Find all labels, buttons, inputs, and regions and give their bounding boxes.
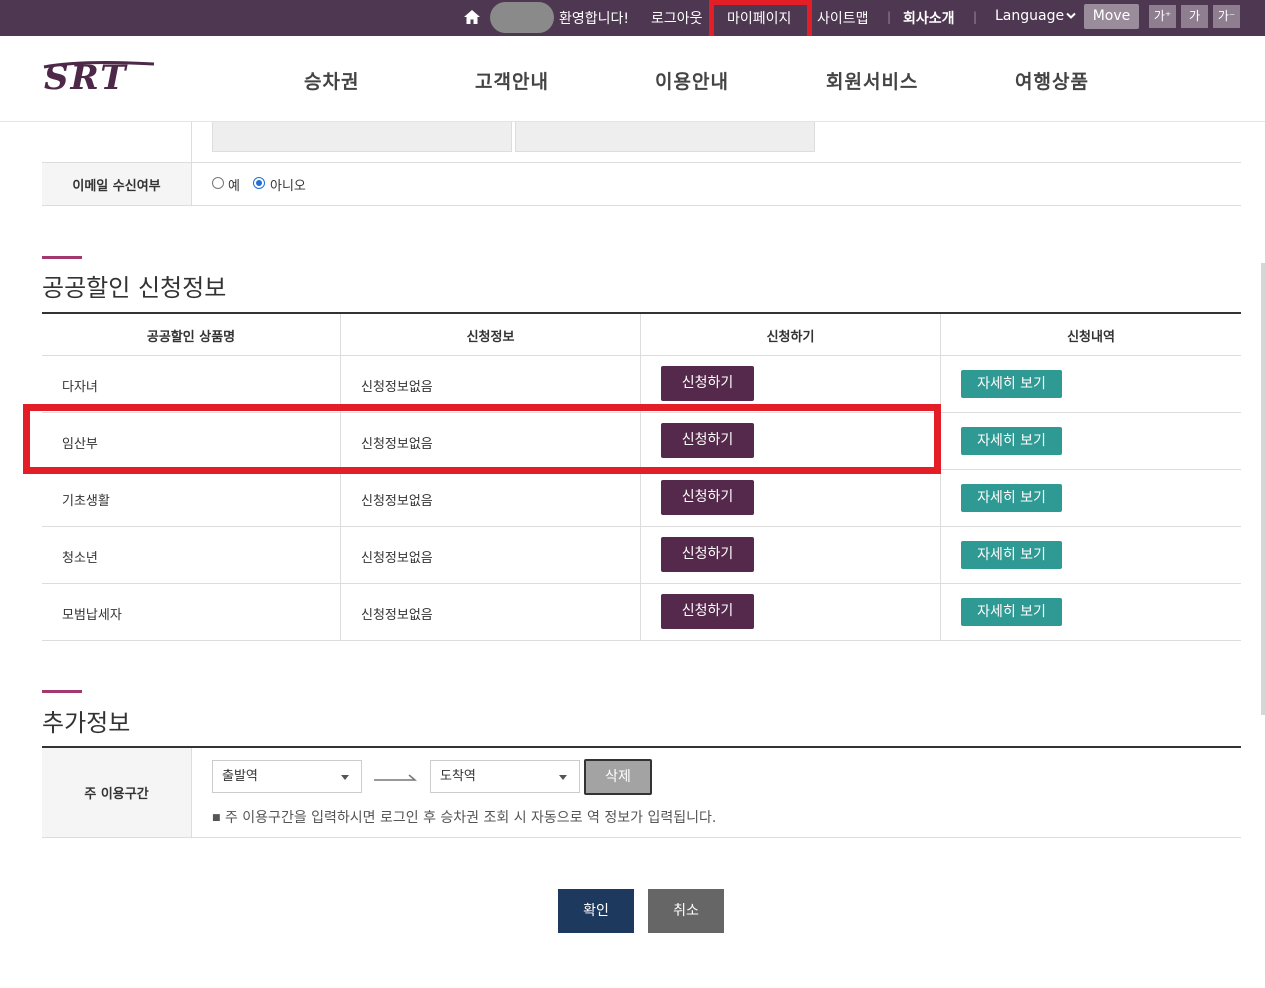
disabled-field <box>515 122 815 152</box>
nav-guide[interactable]: 이용안내 <box>655 67 729 94</box>
delete-button[interactable]: 삭제 <box>584 759 652 795</box>
table-row-info: 신청정보없음 <box>361 551 433 566</box>
font-size-large-button[interactable]: 가⁺ <box>1149 5 1176 28</box>
col-header-history: 신청내역 <box>1067 329 1115 345</box>
col-header-info: 신청정보 <box>466 329 515 345</box>
language-select[interactable]: Language <box>995 8 1064 24</box>
scrollbar[interactable] <box>1261 263 1265 715</box>
apply-button[interactable]: 신청하기 <box>661 594 754 629</box>
row-divider <box>42 526 1241 527</box>
logout-link[interactable]: 로그아웃 <box>651 8 703 28</box>
view-detail-button[interactable]: 자세히 보기 <box>961 484 1062 512</box>
nav-ticket[interactable]: 승차권 <box>304 67 359 94</box>
view-detail-button[interactable]: 자세히 보기 <box>961 427 1062 455</box>
row-divider <box>42 355 1241 356</box>
email-yes-label: 예 <box>228 179 240 194</box>
col-header-apply: 신청하기 <box>766 329 815 345</box>
column-divider <box>340 314 341 641</box>
divider <box>191 122 192 162</box>
company-link[interactable]: 회사소개 <box>903 8 955 28</box>
main-header: SRT 승차권 고객안내 이용안내 회원서비스 여행상품 <box>0 36 1265 122</box>
email-consent-label: 이메일 수신여부 <box>42 163 192 205</box>
row-divider <box>42 583 1241 584</box>
view-detail-button[interactable]: 자세히 보기 <box>961 370 1062 398</box>
move-button[interactable]: Move <box>1084 4 1139 29</box>
table-row-product: 기초생활 <box>62 494 110 509</box>
email-no-label: 아니오 <box>270 179 306 194</box>
route-label: 주 이용구간 <box>42 748 192 837</box>
view-detail-button[interactable]: 자세히 보기 <box>961 598 1062 626</box>
email-yes-radio[interactable] <box>212 177 224 189</box>
arrow-right-icon <box>374 774 417 781</box>
departure-select[interactable]: 출발역 <box>212 760 362 793</box>
email-no-radio[interactable] <box>253 177 265 189</box>
welcome-text: 환영합니다! <box>559 11 630 27</box>
table-row-info: 신청정보없음 <box>361 608 433 623</box>
row-divider <box>42 640 1241 641</box>
nav-travel[interactable]: 여행상품 <box>1015 67 1089 94</box>
table-row-product: 다자녀 <box>62 380 98 395</box>
section-accent-bar <box>42 256 82 259</box>
route-note-text: 주 이용구간을 입력하시면 로그인 후 승차권 조회 시 자동으로 역 정보가 … <box>224 810 717 826</box>
section-accent-bar <box>42 690 82 693</box>
arrival-select[interactable]: 도착역 <box>430 760 580 793</box>
col-header-product: 공공할인 상품명 <box>146 329 236 345</box>
divider: | <box>887 10 892 24</box>
caret-down-icon <box>341 775 349 780</box>
nav-customer[interactable]: 고객안내 <box>475 67 549 94</box>
disabled-field <box>212 122 512 152</box>
username-redacted <box>490 2 554 33</box>
departure-value: 출발역 <box>222 769 258 784</box>
column-divider <box>940 314 941 641</box>
font-size-normal-button[interactable]: 가 <box>1181 5 1208 28</box>
top-utility-bar: 환영합니다! 로그아웃 마이페이지 사이트맵 | 회사소개 | Language… <box>0 0 1265 36</box>
view-detail-button[interactable]: 자세히 보기 <box>961 541 1062 569</box>
table-row-product: 청소년 <box>62 551 98 566</box>
column-divider <box>640 314 641 641</box>
confirm-button[interactable]: 확인 <box>558 889 634 933</box>
apply-button[interactable]: 신청하기 <box>661 480 754 515</box>
apply-button[interactable]: 신청하기 <box>661 537 754 572</box>
table-row-info: 신청정보없음 <box>361 494 433 509</box>
table-row-info: 신청정보없음 <box>361 380 433 395</box>
chevron-down-icon <box>1066 12 1076 19</box>
section-title-additional: 추가정보 <box>42 709 131 737</box>
srt-logo[interactable]: SRT <box>42 59 157 95</box>
bullet-icon: ■ <box>212 813 221 823</box>
caret-down-icon <box>559 775 567 780</box>
font-size-small-button[interactable]: 가⁻ <box>1213 5 1240 28</box>
cancel-button[interactable]: 취소 <box>648 889 724 933</box>
home-icon[interactable] <box>463 9 481 25</box>
sitemap-link[interactable]: 사이트맵 <box>817 8 869 28</box>
section-title-discount: 공공할인 신청정보 <box>42 274 227 302</box>
arrival-value: 도착역 <box>440 769 476 784</box>
apply-button[interactable]: 신청하기 <box>661 366 754 401</box>
table-row-product: 모범납세자 <box>62 608 122 623</box>
highlight-box-row <box>23 404 941 474</box>
nav-member[interactable]: 회원서비스 <box>826 67 918 94</box>
divider: | <box>973 10 978 24</box>
route-note: ■ 주 이용구간을 입력하시면 로그인 후 승차권 조회 시 자동으로 역 정보… <box>212 807 716 827</box>
